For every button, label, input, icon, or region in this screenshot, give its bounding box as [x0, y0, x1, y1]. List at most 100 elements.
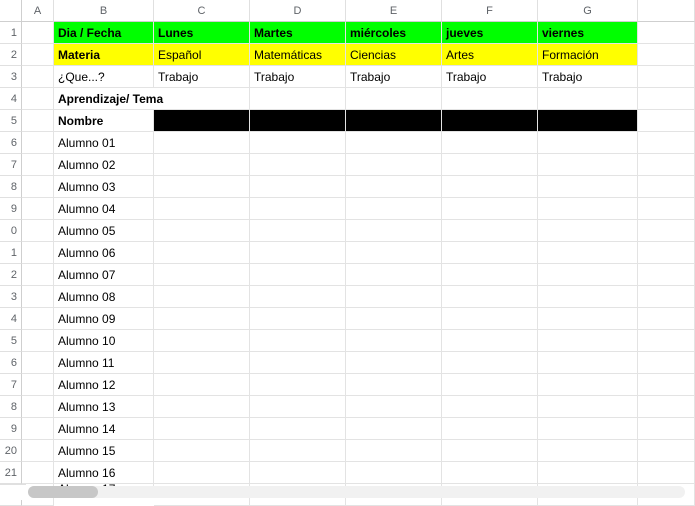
col-header-E[interactable]: E [346, 0, 442, 22]
cell[interactable] [538, 440, 638, 462]
cell[interactable] [22, 440, 54, 462]
cell[interactable] [538, 242, 638, 264]
cell[interactable] [538, 352, 638, 374]
cell-E1[interactable]: miércoles [346, 22, 442, 44]
row-header[interactable]: 0 [0, 220, 22, 242]
cell-F2[interactable]: Artes [442, 44, 538, 66]
cell-alumno[interactable]: Alumno 16 [54, 462, 154, 484]
cell-B2[interactable]: Materia [54, 44, 154, 66]
cell[interactable] [538, 264, 638, 286]
cell[interactable] [442, 220, 538, 242]
cell-B4[interactable]: Aprendizaje/ Tema [54, 88, 154, 110]
cell[interactable] [154, 352, 250, 374]
cell-D4[interactable] [250, 88, 346, 110]
cell[interactable] [638, 198, 695, 220]
cell[interactable] [154, 396, 250, 418]
cell[interactable] [22, 330, 54, 352]
cell-B1[interactable]: Dia / Fecha [54, 22, 154, 44]
cell[interactable] [346, 220, 442, 242]
cell[interactable] [346, 286, 442, 308]
cell[interactable] [538, 154, 638, 176]
cell[interactable] [250, 154, 346, 176]
cell[interactable] [538, 462, 638, 484]
cell-alumno[interactable]: Alumno 09 [54, 308, 154, 330]
cell[interactable] [346, 176, 442, 198]
cell[interactable] [638, 176, 695, 198]
row-header[interactable]: 8 [0, 396, 22, 418]
cell-alumno[interactable]: Alumno 08 [54, 286, 154, 308]
cell[interactable] [638, 352, 695, 374]
row-header[interactable]: 4 [0, 308, 22, 330]
cell[interactable] [250, 374, 346, 396]
cell-alumno[interactable]: Alumno 14 [54, 418, 154, 440]
cell[interactable] [442, 132, 538, 154]
cell-C5[interactable] [154, 110, 250, 132]
cell-A4[interactable] [22, 88, 54, 110]
cell[interactable] [154, 242, 250, 264]
cell-D5[interactable] [250, 110, 346, 132]
row-header[interactable]: 7 [0, 374, 22, 396]
cell[interactable] [346, 418, 442, 440]
cell[interactable] [154, 264, 250, 286]
cell[interactable] [638, 374, 695, 396]
col-header-F[interactable]: F [442, 0, 538, 22]
cell[interactable] [22, 242, 54, 264]
cell[interactable] [22, 396, 54, 418]
cell[interactable] [154, 132, 250, 154]
cell[interactable] [154, 220, 250, 242]
row-header[interactable]: 3 [0, 66, 22, 88]
col-header-A[interactable]: A [22, 0, 54, 22]
cell[interactable] [638, 242, 695, 264]
cell-alumno[interactable]: Alumno 07 [54, 264, 154, 286]
cell[interactable] [346, 352, 442, 374]
cell[interactable] [154, 330, 250, 352]
cell[interactable] [250, 330, 346, 352]
cell-D2[interactable]: Matemáticas [250, 44, 346, 66]
row-header[interactable]: 3 [0, 286, 22, 308]
cell[interactable] [22, 176, 54, 198]
cell[interactable] [250, 176, 346, 198]
cell[interactable] [442, 198, 538, 220]
cell-H1[interactable] [638, 22, 695, 44]
cell[interactable] [250, 418, 346, 440]
cell[interactable] [250, 440, 346, 462]
spreadsheet-grid[interactable]: A B C D E F G 1 Dia / Fecha Lunes Martes… [0, 0, 695, 506]
cell[interactable] [22, 198, 54, 220]
cell[interactable] [250, 198, 346, 220]
cell[interactable] [22, 308, 54, 330]
cell[interactable] [154, 374, 250, 396]
cell[interactable] [250, 242, 346, 264]
cell-alumno[interactable]: Alumno 13 [54, 396, 154, 418]
horizontal-scrollbar[interactable] [28, 486, 685, 498]
cell[interactable] [346, 440, 442, 462]
cell-alumno[interactable]: Alumno 04 [54, 198, 154, 220]
cell-C2[interactable]: Español [154, 44, 250, 66]
cell-G1[interactable]: viernes [538, 22, 638, 44]
select-all-corner[interactable] [0, 0, 22, 22]
cell[interactable] [442, 154, 538, 176]
cell[interactable] [346, 198, 442, 220]
cell-alumno[interactable]: Alumno 15 [54, 440, 154, 462]
cell[interactable] [442, 242, 538, 264]
row-header[interactable]: 5 [0, 330, 22, 352]
cell-D3[interactable]: Trabajo [250, 66, 346, 88]
row-header[interactable]: 7 [0, 154, 22, 176]
cell-C3[interactable]: Trabajo [154, 66, 250, 88]
cell[interactable] [442, 176, 538, 198]
row-header[interactable]: 1 [0, 242, 22, 264]
row-header[interactable]: 5 [0, 110, 22, 132]
cell-G5[interactable] [538, 110, 638, 132]
cell-E5[interactable] [346, 110, 442, 132]
cell-alumno[interactable]: Alumno 03 [54, 176, 154, 198]
cell[interactable] [638, 264, 695, 286]
cell[interactable] [538, 396, 638, 418]
cell-alumno[interactable]: Alumno 05 [54, 220, 154, 242]
cell[interactable] [638, 330, 695, 352]
cell[interactable] [638, 286, 695, 308]
cell[interactable] [154, 440, 250, 462]
cell[interactable] [638, 418, 695, 440]
cell[interactable] [154, 198, 250, 220]
cell[interactable] [638, 462, 695, 484]
cell[interactable] [538, 418, 638, 440]
cell-alumno[interactable]: Alumno 01 [54, 132, 154, 154]
